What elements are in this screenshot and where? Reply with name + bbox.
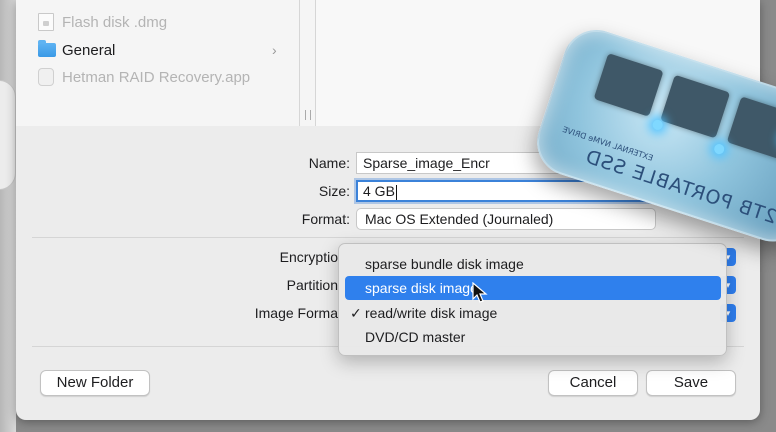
file-item-label: Hetman RAID Recovery.app (62, 68, 251, 86)
menu-item-read-write[interactable]: ✓ read/write disk image (345, 301, 721, 325)
name-value: Sparse_image_Encr (363, 155, 490, 171)
size-value: 4 GB (363, 183, 395, 199)
text-caret (395, 184, 397, 200)
app-icon (38, 68, 54, 86)
menu-item-label: read/write disk image (365, 305, 498, 321)
ssd-title-text: 2TB PORTABLE SSD (582, 145, 776, 229)
new-folder-button[interactable]: New Folder (40, 370, 150, 396)
format-label: Format: (301, 211, 350, 227)
name-label: Name: (308, 155, 350, 171)
resize-grip-icon (305, 110, 311, 120)
encryption-label: Encryptio (279, 249, 338, 265)
ssd-led (712, 142, 726, 156)
menu-item-label: DVD/CD master (365, 329, 466, 345)
cancel-button[interactable]: Cancel (548, 370, 638, 396)
file-item-general[interactable]: General › (16, 38, 300, 62)
image-format-label: Image Forma (254, 305, 338, 321)
menu-item-label: sparse disk image (365, 280, 478, 296)
file-item-hetman-raid[interactable]: Hetman RAID Recovery.app (16, 65, 300, 89)
menu-item-sparse-disk[interactable]: sparse disk image (345, 276, 721, 300)
save-button[interactable]: Save (646, 370, 736, 396)
ssd-chip (593, 53, 664, 117)
ssd-chip (660, 74, 731, 139)
browser-column-1: Flash disk .dmg General › Hetman RAID Re… (16, 0, 300, 126)
mouse-pointer-icon (472, 282, 488, 303)
column-resize-handle[interactable] (300, 0, 316, 126)
file-item-label: Flash disk .dmg (62, 13, 168, 31)
folder-icon (38, 40, 56, 57)
file-item-flash-disk[interactable]: Flash disk .dmg (16, 10, 300, 34)
checkmark-icon: ✓ (350, 305, 362, 321)
chevron-right-icon: › (272, 42, 277, 58)
ssd-chip (726, 96, 776, 160)
background-window (0, 0, 16, 432)
document-icon (38, 13, 54, 31)
size-label: Size: (318, 183, 350, 199)
menu-item-dvd-cd[interactable]: DVD/CD master (345, 325, 721, 349)
menu-item-label: sparse bundle disk image (365, 256, 524, 272)
partition-label: Partition (286, 277, 338, 293)
ssd-body: EXTERNAL NVMe DRIVE 2TB PORTABLE SSD (528, 21, 776, 251)
file-item-label: General (62, 41, 116, 59)
background-object (0, 80, 16, 190)
